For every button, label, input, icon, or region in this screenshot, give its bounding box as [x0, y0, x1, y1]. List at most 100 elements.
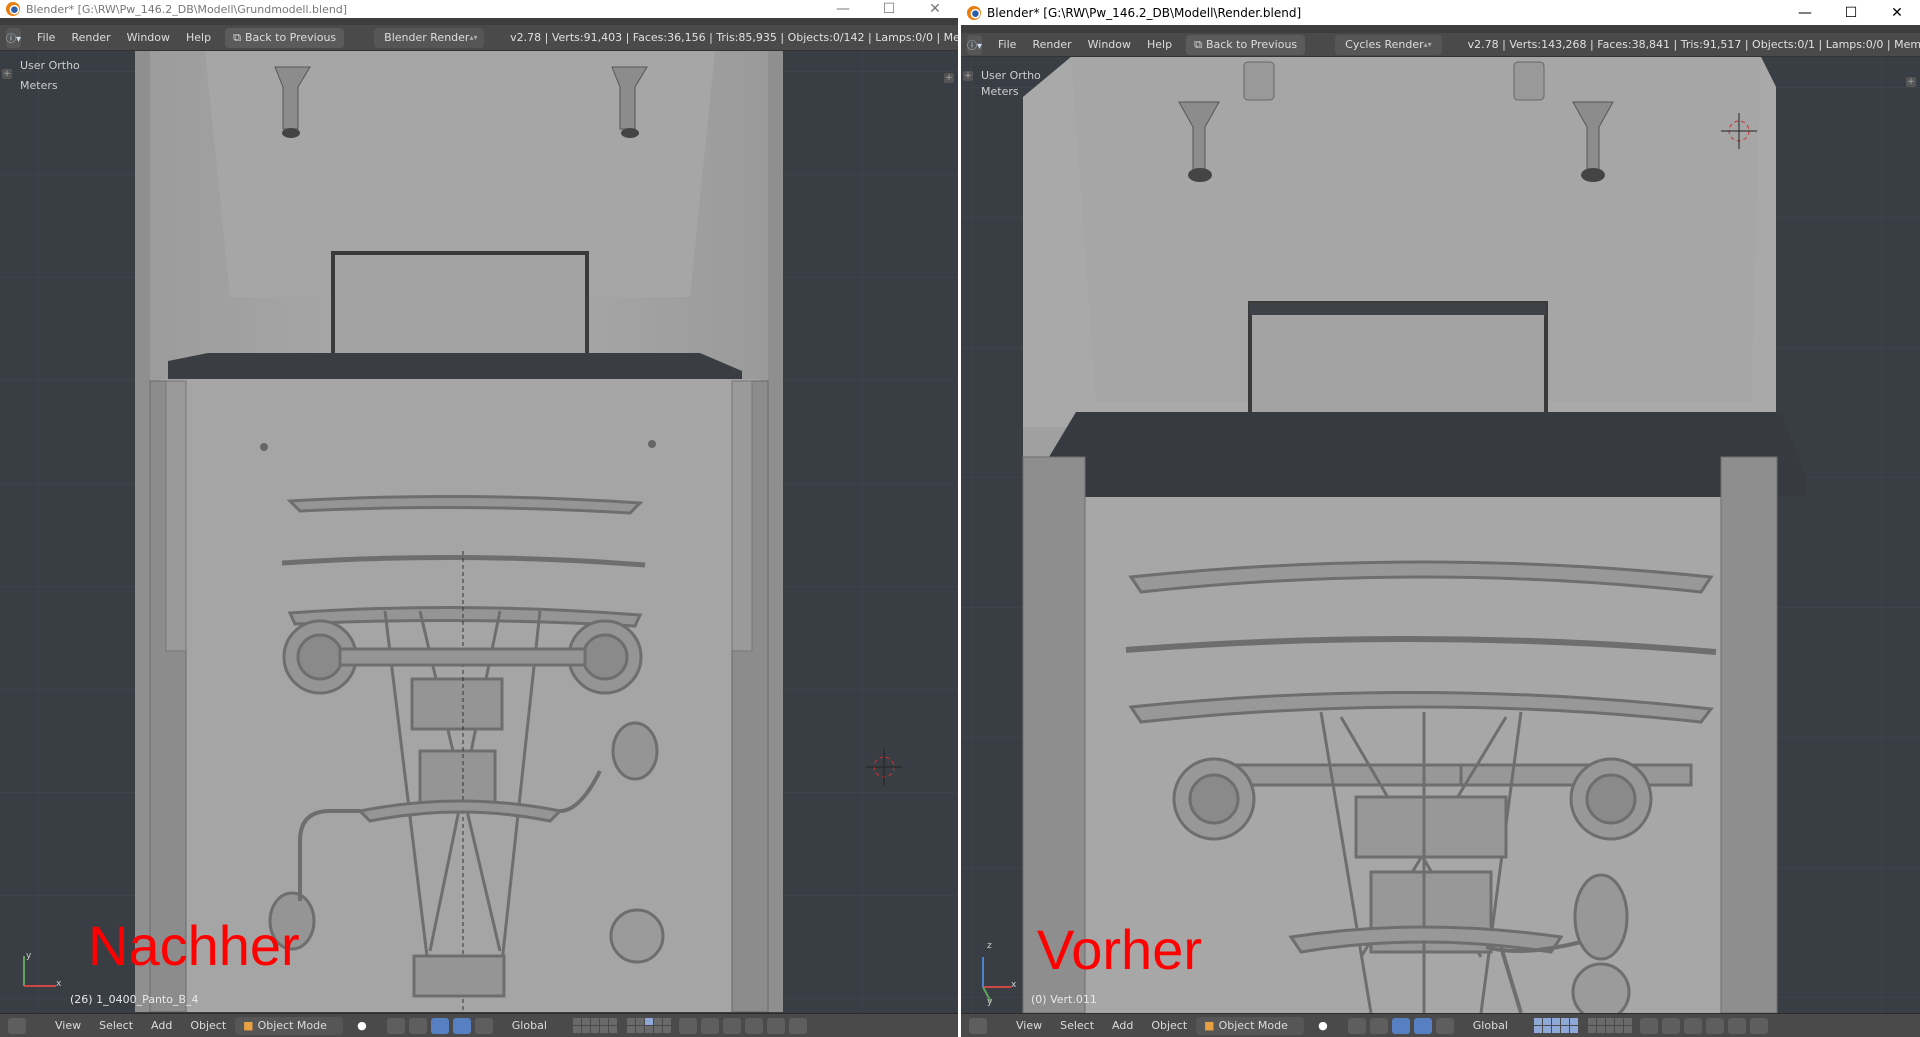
info-header: ⓘ▾ File Render Window Help ⧉ Back to Pre…	[961, 33, 1920, 57]
view-label: User Ortho	[981, 69, 1041, 82]
orientation-select[interactable]: Global	[1464, 1019, 1530, 1032]
scale-manipulator-icon[interactable]	[1435, 1017, 1454, 1034]
scene-stats: v2.78 | Verts:91,403 | Faces:36,156 | Tr…	[510, 31, 958, 44]
axis-y-label: y	[26, 951, 32, 961]
render-animation-icon[interactable]	[788, 1017, 807, 1034]
back-to-previous-button[interactable]: ⧉ Back to Previous	[225, 27, 345, 48]
region-expand-icon[interactable]: +	[944, 73, 954, 83]
layer-buttons-2[interactable]	[1587, 1017, 1634, 1034]
viewport-shading-icon[interactable]: ●	[357, 1019, 367, 1032]
title-bar: Blender* [G:\RW\Pw_146.2_DB\Modell\Grund…	[0, 0, 958, 18]
proportional-edit-icon[interactable]	[700, 1017, 719, 1034]
editor-type-icon[interactable]	[969, 1017, 987, 1034]
menu-add[interactable]: Add	[1103, 1019, 1142, 1032]
model-render	[0, 51, 958, 1012]
axis-y-label: y	[987, 997, 993, 1007]
render-preview-icon[interactable]	[1727, 1017, 1746, 1034]
mode-select[interactable]: ■ Object Mode	[1196, 1016, 1305, 1035]
manipulator-toggle-icon[interactable]	[408, 1017, 427, 1034]
scene-stats: v2.78 | Verts:143,268 | Faces:38,841 | T…	[1467, 38, 1920, 51]
menu-object[interactable]: Object	[1142, 1019, 1196, 1032]
dropdown-arrows-icon: ▴▾	[1423, 39, 1432, 49]
editor-type-icon[interactable]	[8, 1017, 26, 1034]
translate-manipulator-icon[interactable]	[430, 1017, 449, 1034]
info-editor-icon[interactable]: ⓘ▾	[6, 27, 22, 48]
lock-layers-icon[interactable]	[678, 1017, 697, 1034]
back-icon: ⧉	[233, 30, 241, 44]
object-mode-icon: ■	[243, 1018, 254, 1032]
maximize-button[interactable]: ☐	[1828, 4, 1874, 22]
menu-object[interactable]: Object	[181, 1019, 235, 1032]
render-animation-icon[interactable]	[1749, 1017, 1768, 1034]
dropdown-arrows-icon: ▴▾	[469, 32, 478, 42]
minimize-button[interactable]: —	[820, 0, 866, 18]
snap-icon[interactable]	[722, 1017, 741, 1034]
menu-window[interactable]: Window	[1080, 35, 1139, 55]
blender-window-right: Blender* [G:\RW\Pw_146.2_DB\Modell\Rende…	[961, 0, 1920, 1037]
region-expand-icon[interactable]: +	[963, 71, 973, 81]
axis-x-label: x	[1011, 980, 1017, 990]
menu-file[interactable]: File	[990, 35, 1024, 55]
menu-view[interactable]: View	[1007, 1019, 1051, 1032]
rotate-manipulator-icon[interactable]	[1413, 1017, 1432, 1034]
render-engine-select[interactable]: Cycles Render ▴▾	[1335, 34, 1442, 55]
menu-render[interactable]: Render	[63, 28, 118, 48]
object-mode-icon: ■	[1204, 1018, 1215, 1032]
back-icon: ⧉	[1194, 37, 1202, 51]
model-render	[961, 57, 1920, 1013]
maximize-button[interactable]: ☐	[866, 0, 912, 18]
menu-add[interactable]: Add	[142, 1019, 181, 1032]
snap-target-icon[interactable]	[744, 1017, 763, 1034]
region-expand-icon[interactable]: +	[2, 69, 12, 79]
menu-select[interactable]: Select	[1051, 1019, 1103, 1032]
window-title: Blender* [G:\RW\Pw_146.2_DB\Modell\Rende…	[987, 5, 1302, 20]
close-button[interactable]: ✕	[1874, 4, 1920, 22]
menu-help[interactable]: Help	[178, 28, 219, 48]
mode-value: Object Mode	[257, 1018, 327, 1032]
blender-window-left: Blender* [G:\RW\Pw_146.2_DB\Modell\Grund…	[0, 0, 958, 1037]
back-to-previous-button[interactable]: ⧉ Back to Previous	[1186, 34, 1306, 55]
viewport-shading-icon[interactable]: ●	[1318, 1019, 1328, 1032]
menu-view[interactable]: View	[46, 1019, 90, 1032]
proportional-edit-icon[interactable]	[1661, 1017, 1680, 1034]
lock-layers-icon[interactable]	[1639, 1017, 1658, 1034]
layer-buttons[interactable]	[572, 1017, 619, 1034]
pivot-point-icon[interactable]	[386, 1017, 405, 1034]
rotate-manipulator-icon[interactable]	[452, 1017, 471, 1034]
manipulator-toggle-icon[interactable]	[1369, 1017, 1388, 1034]
pivot-point-icon[interactable]	[1347, 1017, 1366, 1034]
active-object-name: (26) 1_0400_Panto_B_4	[70, 993, 199, 1006]
title-bar: Blender* [G:\RW\Pw_146.2_DB\Modell\Rende…	[961, 0, 1920, 25]
overlay-label-vorher: Vorher	[1037, 918, 1202, 981]
menu-file[interactable]: File	[29, 28, 63, 48]
render-engine-value: Blender Render	[384, 30, 470, 44]
minimize-button[interactable]: —	[1782, 4, 1828, 22]
axis-z-label: z	[987, 941, 992, 951]
close-button[interactable]: ✕	[912, 0, 958, 18]
menu-help[interactable]: Help	[1139, 35, 1180, 55]
orientation-select[interactable]: Global	[503, 1019, 569, 1032]
layer-buttons-2[interactable]	[626, 1017, 673, 1034]
menu-select[interactable]: Select	[90, 1019, 142, 1032]
menu-window[interactable]: Window	[119, 28, 178, 48]
3d-viewport[interactable]: + + User Ortho Meters z x y Vorher (0) V…	[961, 57, 1920, 1013]
axis-x-label: x	[56, 979, 62, 989]
translate-manipulator-icon[interactable]	[1391, 1017, 1410, 1034]
snap-icon[interactable]	[1683, 1017, 1702, 1034]
window-title: Blender* [G:\RW\Pw_146.2_DB\Modell\Grund…	[26, 2, 348, 16]
region-expand-icon[interactable]: +	[1906, 77, 1916, 87]
snap-target-icon[interactable]	[1705, 1017, 1724, 1034]
3d-viewport[interactable]: + + User Ortho Meters y x Nachher (26) 1…	[0, 51, 958, 1013]
render-engine-select[interactable]: Blender Render ▴▾	[374, 27, 485, 48]
layer-buttons[interactable]	[1533, 1017, 1580, 1034]
scale-manipulator-icon[interactable]	[474, 1017, 493, 1034]
blender-logo-icon	[6, 2, 20, 16]
units-label: Meters	[20, 79, 58, 92]
view-label: User Ortho	[20, 59, 80, 72]
active-object-name: (0) Vert.011	[1031, 993, 1097, 1006]
info-editor-icon[interactable]: ⓘ▾	[967, 34, 983, 55]
menu-render[interactable]: Render	[1024, 35, 1079, 55]
mode-select[interactable]: ■ Object Mode	[235, 1016, 344, 1035]
render-preview-icon[interactable]	[766, 1017, 785, 1034]
back-label: Back to Previous	[1205, 37, 1298, 51]
